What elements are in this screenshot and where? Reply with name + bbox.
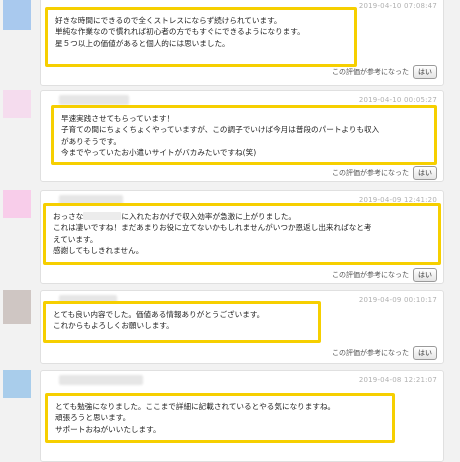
helpful-label: この評価が参考になった bbox=[332, 349, 409, 357]
avatar bbox=[3, 290, 31, 324]
helpful-yes-button[interactable]: はい bbox=[413, 65, 437, 79]
avatar bbox=[3, 190, 31, 218]
review-card: 2019-04-10 00:05:27 早速実践させてもらっています！ 子育ての… bbox=[40, 90, 444, 182]
review-text: おっさな に入れたおかげで収入効率が急激に上がりました。 これは凄いですね！まだあ… bbox=[53, 212, 372, 256]
review-highlight: おっさな に入れたおかげで収入効率が急激に上がりました。 これは凄いですね！まだあ… bbox=[43, 203, 441, 265]
avatar bbox=[3, 90, 31, 118]
masked-text bbox=[83, 212, 122, 220]
helpful-row: この評価が参考になった はい bbox=[332, 65, 437, 79]
reviewer-name-masked bbox=[59, 95, 129, 105]
helpful-row: この評価が参考になった はい bbox=[332, 166, 437, 180]
review-highlight: 早速実践させてもらっています！ 子育ての間にちょくちょくやっていますが、この調子… bbox=[51, 105, 437, 165]
review-text: 早速実践させてもらっています！ 子育ての間にちょくちょくやっていますが、この調子… bbox=[61, 114, 380, 158]
helpful-yes-button[interactable]: はい bbox=[413, 166, 437, 180]
review-item: 2019-04-10 00:05:27 早速実践させてもらっています！ 子育ての… bbox=[0, 88, 460, 184]
review-text: とても良い内容でした。価値ある情報ありがとうございます。 これからもよろしくお願… bbox=[53, 310, 265, 331]
helpful-yes-button[interactable]: はい bbox=[413, 268, 437, 282]
review-card: 2019-04-10 07:08:47 好きな時間にできるので全くストレスになら… bbox=[40, 0, 444, 86]
review-date: 2019-04-08 12:21:07 bbox=[358, 376, 437, 384]
review-card: 2019-04-08 12:21:07 とても勉強になりました。ここまで詳細に記… bbox=[40, 370, 444, 462]
helpful-row: この評価が参考になった はい bbox=[332, 346, 437, 360]
review-text: 好きな時間にできるので全くストレスにならず続けられています。 単純な作業なので慣… bbox=[55, 16, 305, 48]
review-item: 2019-04-09 12:41:20 おっさな に入れたおかげで収入効率が急激に… bbox=[0, 188, 460, 284]
reviewer-name-masked bbox=[59, 375, 143, 385]
review-card: 2019-04-09 00:10:17 とても良い内容でした。価値ある情報ありが… bbox=[40, 290, 444, 364]
review-text: とても勉強になりました。ここまで詳細に記載されているとやる気になりますね。 頑張… bbox=[55, 402, 336, 434]
review-item: 2019-04-10 07:08:47 好きな時間にできるので全くストレスになら… bbox=[0, 0, 460, 90]
review-item: 2019-04-08 12:21:07 とても勉強になりました。ここまで詳細に記… bbox=[0, 368, 460, 462]
review-date: 2019-04-10 07:08:47 bbox=[358, 2, 437, 10]
helpful-label: この評価が参考になった bbox=[332, 68, 409, 76]
review-highlight: 好きな時間にできるので全くストレスにならず続けられています。 単純な作業なので慣… bbox=[45, 7, 357, 67]
avatar bbox=[3, 370, 31, 398]
review-highlight: とても勉強になりました。ここまで詳細に記載されているとやる気になりますね。 頑張… bbox=[45, 393, 395, 443]
avatar bbox=[3, 0, 31, 30]
helpful-label: この評価が参考になった bbox=[332, 169, 409, 177]
review-card: 2019-04-09 12:41:20 おっさな に入れたおかげで収入効率が急激に… bbox=[40, 190, 444, 284]
review-date: 2019-04-10 00:05:27 bbox=[358, 96, 437, 104]
review-highlight: とても良い内容でした。価値ある情報ありがとうございます。 これからもよろしくお願… bbox=[43, 301, 321, 343]
helpful-yes-button[interactable]: はい bbox=[413, 346, 437, 360]
helpful-row: この評価が参考になった はい bbox=[332, 268, 437, 282]
helpful-label: この評価が参考になった bbox=[332, 271, 409, 279]
review-date: 2019-04-09 00:10:17 bbox=[358, 296, 437, 304]
review-item: 2019-04-09 00:10:17 とても良い内容でした。価値ある情報ありが… bbox=[0, 288, 460, 366]
